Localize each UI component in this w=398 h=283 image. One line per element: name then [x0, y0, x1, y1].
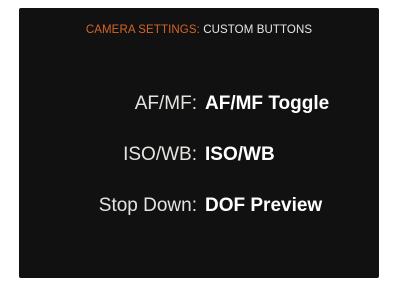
menu-subsection-title: CUSTOM BUTTONS — [203, 24, 313, 36]
setting-value-stop-down[interactable]: DOF Preview — [205, 195, 322, 217]
setting-label-stop-down: Stop Down: — [98, 195, 197, 216]
setting-row-af-mf[interactable]: AF/MF: AF/MF Toggle — [19, 93, 379, 144]
camera-menu-screen: CAMERA SETTINGS: CUSTOM BUTTONS AF/MF: A… — [19, 8, 379, 278]
menu-section-title: CAMERA SETTINGS: — [85, 24, 200, 36]
menu-header: CAMERA SETTINGS: CUSTOM BUTTONS — [19, 24, 379, 36]
setting-label-iso-wb: ISO/WB: — [123, 144, 197, 165]
setting-row-stop-down[interactable]: Stop Down: DOF Preview — [19, 195, 379, 246]
setting-value-af-mf[interactable]: AF/MF Toggle — [205, 93, 329, 115]
setting-label-af-mf: AF/MF: — [134, 93, 197, 114]
setting-value-iso-wb[interactable]: ISO/WB — [205, 144, 275, 166]
custom-buttons-list: AF/MF: AF/MF Toggle ISO/WB: ISO/WB Stop … — [19, 93, 379, 246]
setting-row-iso-wb[interactable]: ISO/WB: ISO/WB — [19, 144, 379, 195]
